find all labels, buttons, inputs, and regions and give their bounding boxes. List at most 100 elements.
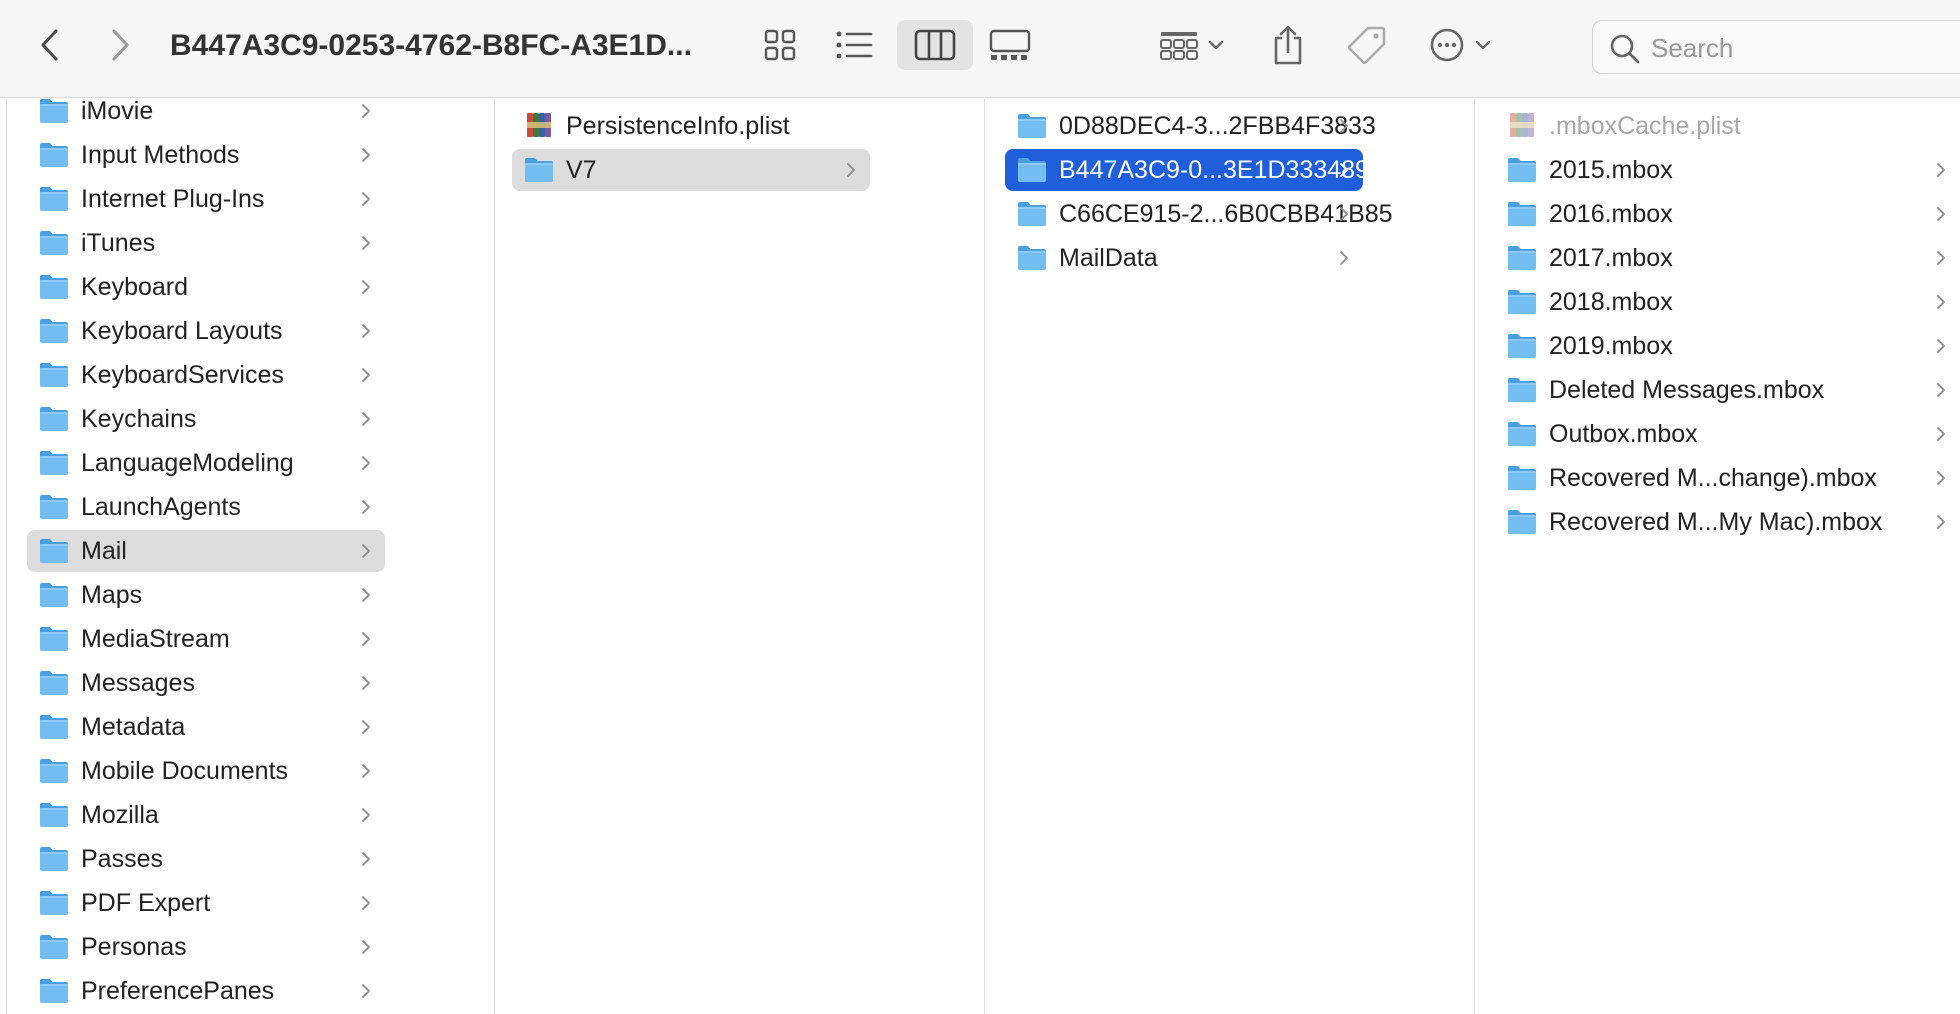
window-title: B447A3C9-0253-4762-B8FC-A3E1D...	[170, 29, 692, 62]
column-v7: 0D88DEC4-3...2FBB4F3833 B447A3C9-0...3E1D…	[985, 99, 1475, 1014]
chevron-right-icon	[1936, 514, 1946, 530]
col3-row[interactable]: MailData	[1005, 237, 1363, 279]
chevron-right-icon	[361, 807, 371, 823]
col2-row[interactable]: PersistenceInfo.plist	[512, 105, 870, 147]
col1-row[interactable]: Maps	[27, 574, 385, 616]
column-view-button[interactable]	[897, 20, 973, 70]
col4-row[interactable]: Outbox.mbox	[1495, 413, 1960, 455]
column-mail: PersistenceInfo.plist V7	[495, 99, 985, 1014]
col1-row[interactable]: KeyboardServices	[27, 354, 385, 396]
folder-icon	[39, 800, 69, 828]
chevron-right-icon	[361, 411, 371, 427]
col1-row[interactable]: Mail	[27, 530, 385, 572]
tag-icon	[1347, 26, 1386, 65]
item-label: Keyboard	[81, 273, 189, 301]
col3-row[interactable]: C66CE915-2...6B0CBB41B85	[1005, 193, 1393, 235]
gallery-view-button[interactable]	[972, 20, 1048, 70]
col4-row[interactable]: 2015.mbox	[1495, 149, 1960, 191]
folder-icon	[39, 536, 69, 564]
item-label: .mboxCache.plist	[1549, 112, 1741, 140]
chevron-left-icon	[41, 29, 58, 61]
col2-row[interactable]: V7	[512, 149, 870, 191]
chevron-right-icon	[361, 719, 371, 735]
col1-row[interactable]: iMovie	[27, 99, 385, 132]
item-label: 0D88DEC4-3...2FBB4F3833	[1059, 112, 1376, 140]
col1-row[interactable]: Metadata	[27, 706, 385, 748]
chevron-right-icon	[1339, 250, 1349, 266]
icon-view-button[interactable]	[742, 20, 818, 70]
chevron-right-icon	[1936, 250, 1946, 266]
folder-icon	[39, 228, 69, 256]
folder-icon	[39, 888, 69, 916]
col1-row[interactable]: PDF Expert	[27, 882, 385, 924]
item-label: V7	[566, 156, 597, 184]
column-library: iMovie Input Methods Internet Plug-Ins iTun…	[6, 99, 495, 1014]
search-field[interactable]	[1592, 20, 1960, 74]
folder-icon	[1017, 111, 1047, 139]
item-label: B447A3C9-0...3E1D333489E	[1059, 156, 1386, 184]
col3-row[interactable]: B447A3C9-0...3E1D333489E	[1005, 149, 1386, 191]
col1-row[interactable]: Mozilla	[27, 794, 385, 836]
col4-row[interactable]: 2017.mbox	[1495, 237, 1960, 279]
item-label: Keychains	[81, 405, 197, 433]
col1-row[interactable]: LanguageModeling	[27, 442, 385, 484]
col1-row[interactable]: Messages	[27, 662, 385, 704]
col1-row[interactable]: Passes	[27, 838, 385, 880]
col4-row[interactable]: Recovered M...My Mac).mbox	[1495, 501, 1960, 543]
folder-icon	[1507, 419, 1537, 447]
col1-row[interactable]: Mobile Documents	[27, 750, 385, 792]
item-label: 2017.mbox	[1549, 244, 1673, 272]
chevron-right-icon	[361, 455, 371, 471]
col1-row[interactable]: LaunchAgents	[27, 486, 385, 528]
chevron-right-icon	[361, 587, 371, 603]
group-button[interactable]	[1156, 22, 1228, 68]
share-icon	[1274, 25, 1302, 65]
folder-icon	[39, 712, 69, 740]
forward-button[interactable]	[100, 22, 140, 68]
chevron-right-icon	[361, 851, 371, 867]
list-view-button[interactable]	[816, 20, 892, 70]
folder-icon	[39, 448, 69, 476]
col1-row[interactable]: PreferencePanes	[27, 970, 385, 1012]
chevron-right-icon	[361, 367, 371, 383]
more-actions-button[interactable]	[1426, 22, 1496, 68]
col1-row[interactable]: MediaStream	[27, 618, 385, 660]
tag-button[interactable]	[1344, 22, 1390, 68]
search-input[interactable]	[1651, 29, 1941, 67]
list-icon	[836, 31, 873, 59]
item-label: iTunes	[81, 229, 156, 257]
folder-icon	[1017, 243, 1047, 271]
col4-row[interactable]: 2018.mbox	[1495, 281, 1960, 323]
folder-icon	[39, 272, 69, 300]
folder-icon	[1507, 199, 1537, 227]
col4-row[interactable]: Recovered M...change).mbox	[1495, 457, 1960, 499]
back-button[interactable]	[30, 22, 70, 68]
col4-row[interactable]: Deleted Messages.mbox	[1495, 369, 1960, 411]
col4-row[interactable]: 2016.mbox	[1495, 193, 1960, 235]
col1-row[interactable]: Input Methods	[27, 134, 385, 176]
folder-icon	[1017, 199, 1047, 227]
col1-row[interactable]: iTunes	[27, 222, 385, 264]
item-label: Passes	[81, 845, 163, 873]
item-label: iMovie	[81, 99, 154, 125]
folder-icon	[39, 360, 69, 388]
col1-row[interactable]: Keyboard	[27, 266, 385, 308]
col1-row[interactable]: Personas	[27, 926, 385, 968]
chevron-right-icon	[361, 323, 371, 339]
col3-row[interactable]: 0D88DEC4-3...2FBB4F3833	[1005, 105, 1376, 147]
item-label: LanguageModeling	[81, 449, 294, 477]
share-button[interactable]	[1266, 20, 1310, 70]
col1-row[interactable]: Internet Plug-Ins	[27, 178, 385, 220]
item-label: Keyboard Layouts	[81, 317, 283, 345]
item-label: MailData	[1059, 244, 1158, 272]
col1-row[interactable]: Keyboard Layouts	[27, 310, 385, 352]
col1-row[interactable]: Keychains	[27, 398, 385, 440]
folder-icon	[1507, 287, 1537, 315]
gallery-icon	[989, 29, 1031, 60]
chevron-right-icon	[1936, 338, 1946, 354]
col4-row[interactable]: .mboxCache.plist	[1495, 105, 1960, 147]
item-label: 2019.mbox	[1549, 332, 1673, 360]
folder-icon	[39, 756, 69, 784]
item-label: 2015.mbox	[1549, 156, 1673, 184]
col4-row[interactable]: 2019.mbox	[1495, 325, 1960, 367]
